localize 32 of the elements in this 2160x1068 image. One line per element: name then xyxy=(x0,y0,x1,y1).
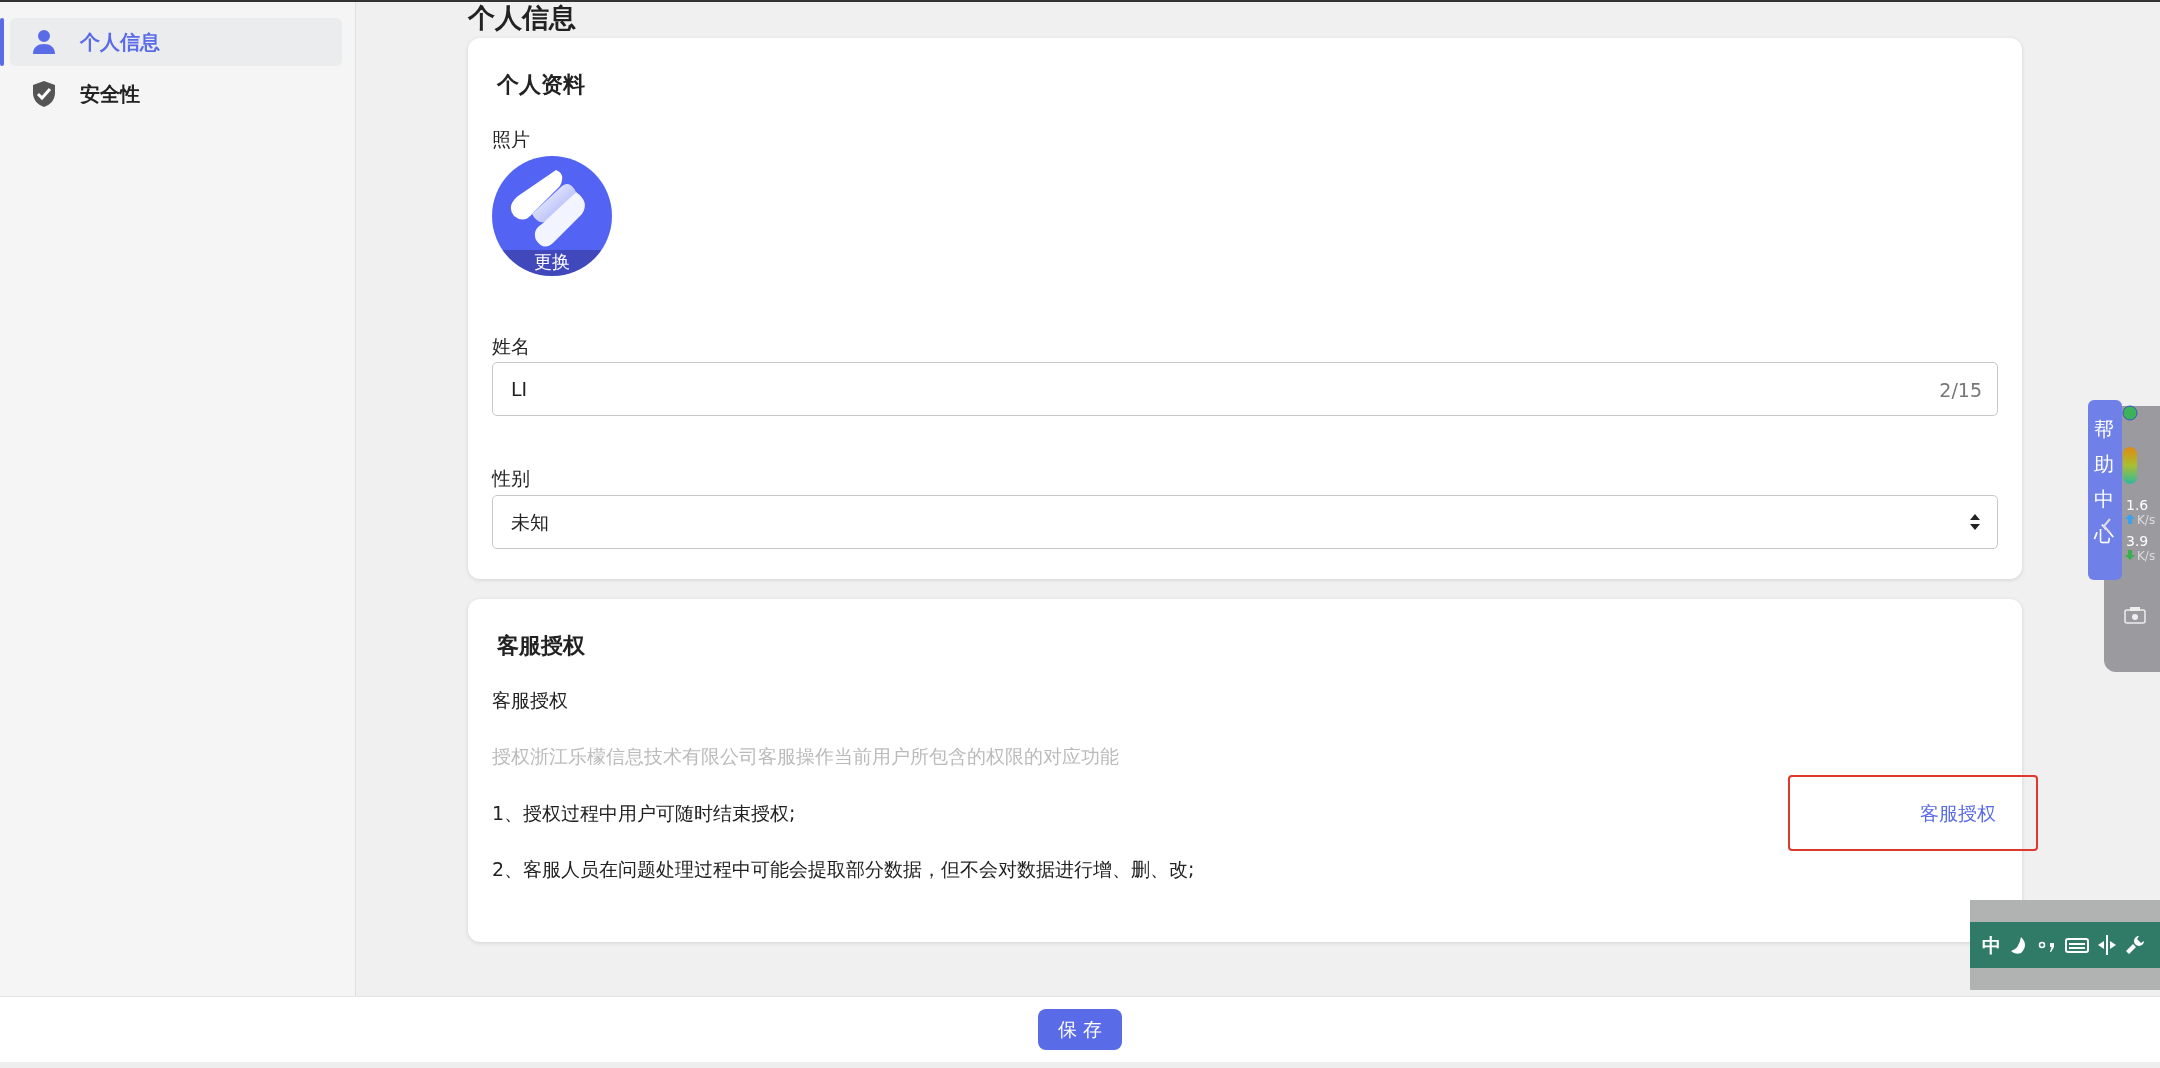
sort-caret-icon xyxy=(1969,512,1981,531)
authorize-link[interactable]: 客服授权 xyxy=(1920,801,1996,824)
note-text: 2、客服人员在问题处理过程中可能会提取部分数据，但不会对数据进行增、删、改; xyxy=(492,857,1195,883)
download-rate: 3.9 xyxy=(2126,534,2149,548)
name-label: 姓名 xyxy=(492,333,531,359)
wrench-icon[interactable] xyxy=(2125,935,2145,955)
input-mode-toggle[interactable]: 中 xyxy=(1982,930,2001,960)
person-icon xyxy=(30,28,58,56)
character-counter: 2/15 xyxy=(1939,378,1982,404)
active-indicator xyxy=(0,18,4,66)
split-icon[interactable] xyxy=(2097,934,2117,956)
section-label: 客服授权 xyxy=(492,687,569,713)
save-button[interactable]: 保 存 xyxy=(1038,1009,1122,1050)
up-arrow-icon xyxy=(2125,514,2135,524)
page-title: 个人信息 xyxy=(468,2,577,35)
status-dot-icon xyxy=(2122,405,2138,421)
gender-select[interactable]: 未知 xyxy=(492,494,1998,549)
keyboard-icon[interactable] xyxy=(2065,936,2089,954)
upload-rate: 1.6 xyxy=(2126,498,2149,512)
down-arrow-icon xyxy=(2125,550,2135,560)
gender-label: 性别 xyxy=(492,466,531,492)
sidebar-item[interactable]: 安全性 xyxy=(10,70,342,118)
card-title: 个人资料 xyxy=(497,71,586,100)
photo-label: 照片 xyxy=(492,127,531,153)
sidebar-item[interactable]: 个人信息 xyxy=(10,18,342,66)
avatar-button[interactable]: 更换 xyxy=(492,155,612,276)
card-title: 客服授权 xyxy=(497,631,586,660)
download-unit: K/s xyxy=(2137,548,2156,565)
note-text: 1、授权过程中用户可随时结束授权; xyxy=(492,800,796,826)
description-text: 授权浙江乐檬信息技术有限公司客服操作当前用户所包含的权限的对应功能 xyxy=(492,744,1120,770)
shield-check-icon xyxy=(30,80,58,108)
upload-unit: K/s xyxy=(2137,512,2156,529)
